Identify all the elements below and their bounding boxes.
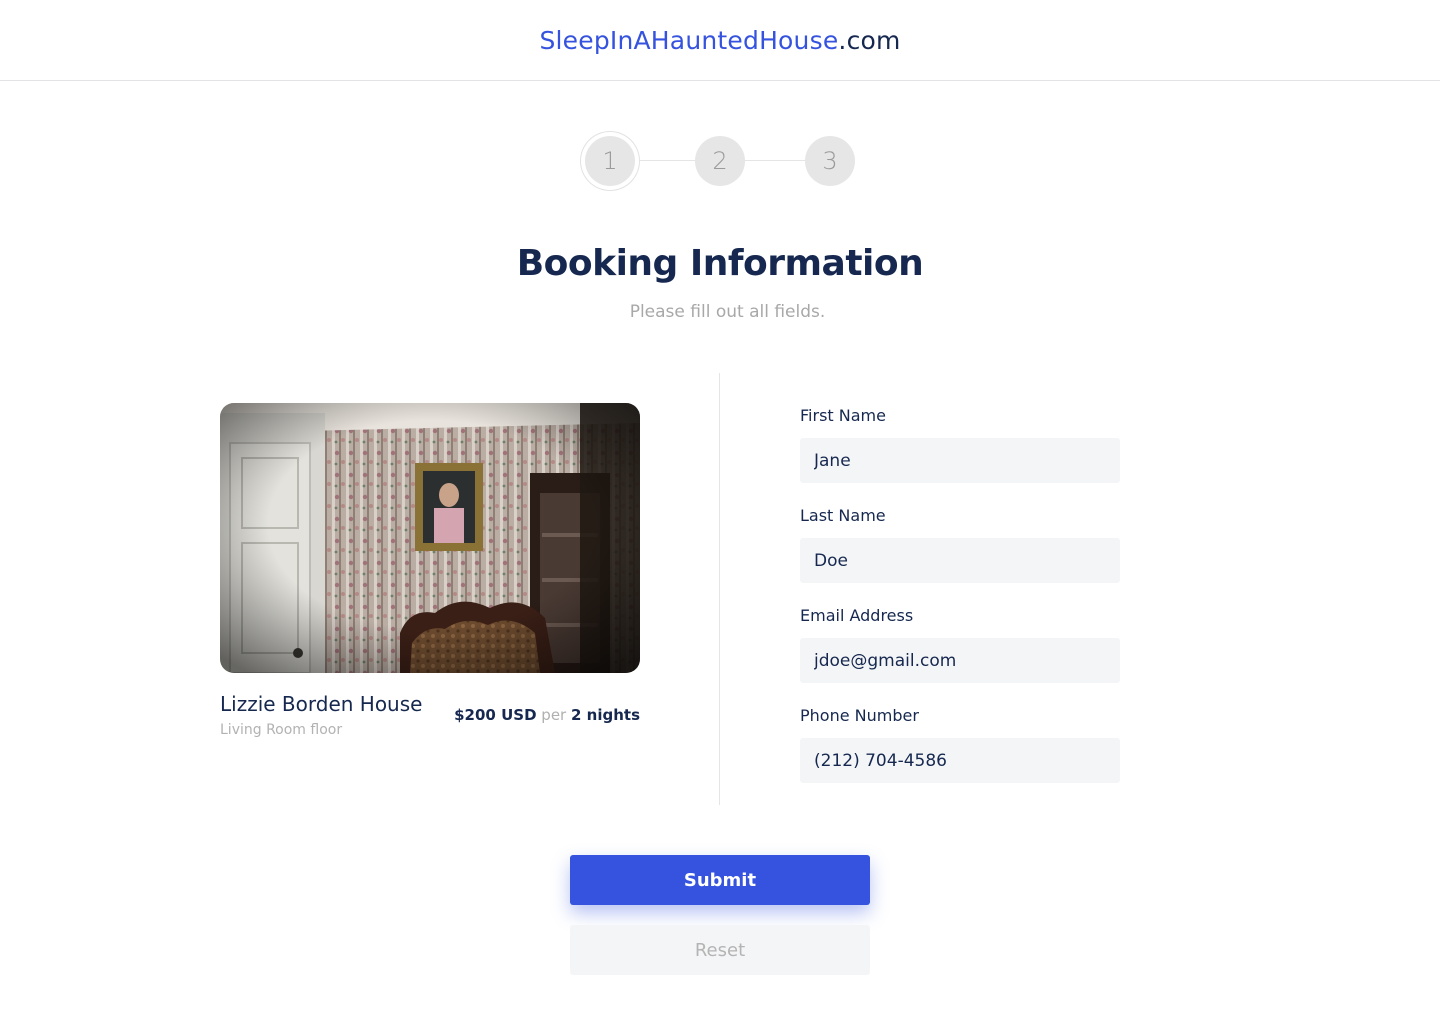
- price-per: per: [541, 706, 567, 724]
- listing-name: Lizzie Borden House: [220, 692, 423, 716]
- phone-input[interactable]: [800, 738, 1120, 783]
- first-name-input[interactable]: [800, 438, 1120, 483]
- step-connector: [635, 160, 695, 161]
- page-subtitle: Please fill out all fields.: [629, 302, 826, 322]
- logo-tld: .com: [838, 25, 901, 55]
- price-duration: 2 nights: [571, 706, 640, 724]
- reset-button[interactable]: Reset: [570, 925, 870, 975]
- site-header: SleepInAHauntedHouse.com: [0, 0, 1440, 81]
- step-connector: [745, 160, 805, 161]
- step-1: 1: [585, 136, 635, 186]
- price-amount: $200 USD: [454, 706, 537, 724]
- email-input[interactable]: [800, 638, 1120, 683]
- progress-stepper: 1 2 3: [580, 131, 860, 191]
- listing-photo: [220, 403, 640, 673]
- listing-room: Living Room floor: [220, 722, 343, 738]
- page-title: Booking Information: [516, 243, 924, 284]
- column-divider: [719, 373, 720, 805]
- last-name-input[interactable]: [800, 538, 1120, 583]
- logo-brand: SleepInAHauntedHouse: [539, 25, 839, 55]
- site-logo[interactable]: SleepInAHauntedHouse.com: [539, 28, 900, 53]
- step-2: 2: [695, 136, 745, 186]
- listing-price: $200 USD per 2 nights: [440, 706, 640, 724]
- submit-button[interactable]: Submit: [570, 855, 870, 905]
- first-name-label: First Name: [800, 406, 886, 425]
- email-label: Email Address: [800, 606, 914, 625]
- phone-label: Phone Number: [800, 706, 919, 725]
- last-name-label: Last Name: [800, 506, 886, 525]
- step-3: 3: [805, 136, 855, 186]
